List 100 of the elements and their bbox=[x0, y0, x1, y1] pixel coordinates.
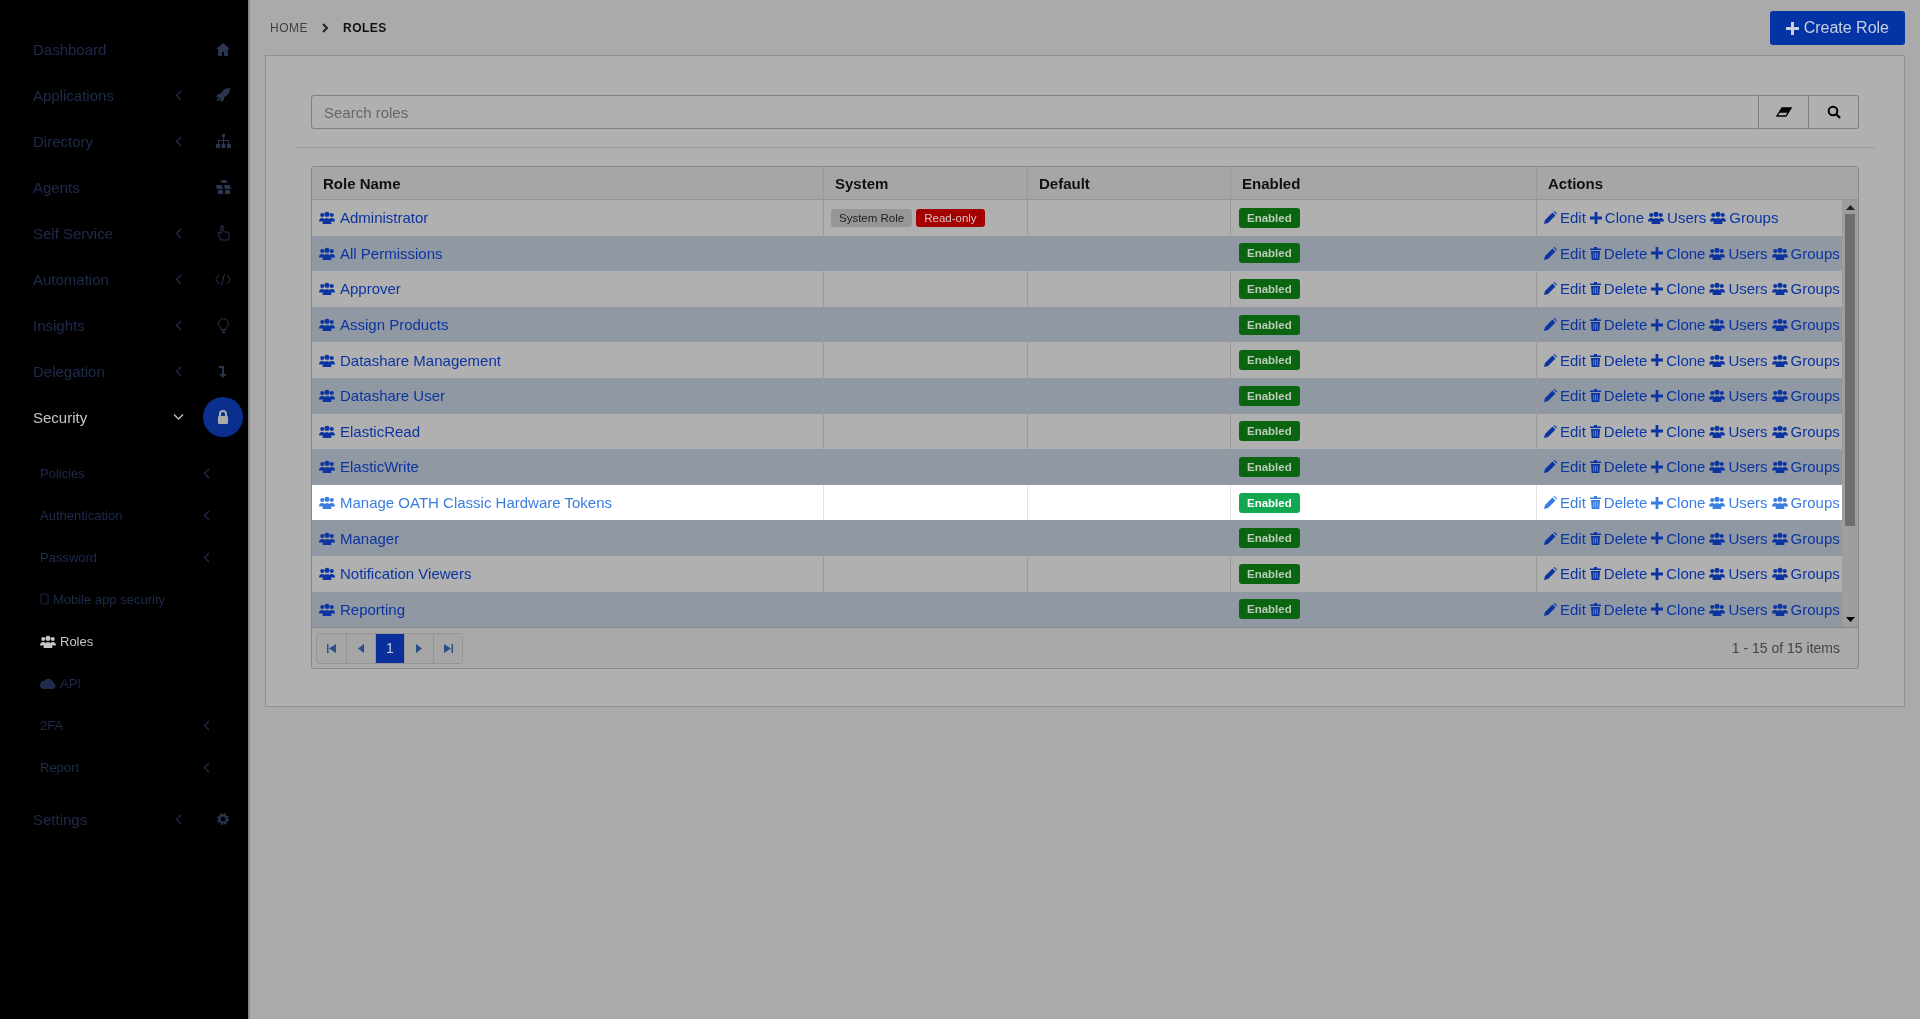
groups-link[interactable]: Groups bbox=[1771, 280, 1840, 298]
delete-link[interactable]: Delete bbox=[1589, 458, 1648, 476]
scroll-down-icon[interactable] bbox=[1845, 617, 1855, 624]
groups-link[interactable]: Groups bbox=[1771, 422, 1840, 440]
column-header[interactable]: System bbox=[823, 167, 1027, 199]
scrollbar[interactable] bbox=[1842, 200, 1858, 628]
groups-link[interactable]: Groups bbox=[1771, 387, 1840, 405]
enabled-badge: Enabled bbox=[1239, 456, 1300, 477]
edit-link[interactable]: Edit bbox=[1544, 422, 1586, 440]
clone-link[interactable]: Clone bbox=[1651, 351, 1706, 369]
scroll-up-icon[interactable] bbox=[1845, 204, 1855, 210]
clone-link[interactable]: Clone bbox=[1651, 422, 1706, 440]
edit-link[interactable]: Edit bbox=[1544, 565, 1586, 583]
users-link[interactable]: Users bbox=[1709, 565, 1768, 583]
role-link[interactable]: Datashare Management bbox=[319, 351, 501, 369]
edit-link[interactable]: Edit bbox=[1544, 494, 1586, 512]
users-icon bbox=[40, 634, 56, 648]
delete-link[interactable]: Delete bbox=[1589, 494, 1648, 512]
search-button[interactable] bbox=[1809, 95, 1859, 129]
clone-link[interactable]: Clone bbox=[1651, 244, 1706, 262]
groups-link[interactable]: Groups bbox=[1710, 209, 1779, 227]
page-button[interactable]: 1 bbox=[375, 633, 404, 663]
clear-button[interactable] bbox=[1759, 95, 1809, 129]
trash-icon bbox=[1589, 602, 1601, 616]
users-icon bbox=[1710, 211, 1727, 225]
clone-link[interactable]: Clone bbox=[1651, 494, 1706, 512]
delete-link[interactable]: Delete bbox=[1589, 351, 1648, 369]
groups-link[interactable]: Groups bbox=[1771, 458, 1840, 476]
role-link[interactable]: Administrator bbox=[319, 209, 429, 227]
clone-link[interactable]: Clone bbox=[1651, 600, 1706, 618]
clone-link[interactable]: Clone bbox=[1651, 458, 1706, 476]
role-link[interactable]: ElasticRead bbox=[319, 422, 421, 440]
groups-link[interactable]: Groups bbox=[1771, 529, 1840, 547]
edit-link[interactable]: Edit bbox=[1544, 316, 1586, 334]
users-link[interactable]: Users bbox=[1709, 600, 1768, 618]
users-link[interactable]: Users bbox=[1709, 494, 1768, 512]
create-role-button[interactable]: Create Role bbox=[1769, 11, 1905, 45]
edit-link[interactable]: Edit bbox=[1544, 458, 1586, 476]
trash-icon bbox=[1589, 460, 1601, 474]
edit-link[interactable]: Edit bbox=[1544, 351, 1586, 369]
role-link[interactable]: Approver bbox=[319, 280, 401, 298]
edit-link[interactable]: Edit bbox=[1544, 280, 1586, 298]
delete-link[interactable]: Delete bbox=[1589, 422, 1648, 440]
plus-icon bbox=[1651, 389, 1664, 402]
edit-link[interactable]: Edit bbox=[1544, 387, 1586, 405]
users-link[interactable]: Users bbox=[1709, 422, 1768, 440]
role-link[interactable]: ElasticWrite bbox=[319, 458, 419, 476]
delete-link[interactable]: Delete bbox=[1589, 565, 1648, 583]
groups-link[interactable]: Groups bbox=[1771, 351, 1840, 369]
nav-subitem[interactable]: Roles bbox=[0, 620, 248, 662]
role-link[interactable]: Datashare User bbox=[319, 387, 446, 405]
groups-link[interactable]: Groups bbox=[1771, 316, 1840, 334]
role-link[interactable]: Assign Products bbox=[319, 316, 449, 334]
enabled-badge: Enabled bbox=[1239, 528, 1300, 549]
delete-link[interactable]: Delete bbox=[1589, 600, 1648, 618]
users-link[interactable]: Users bbox=[1709, 529, 1768, 547]
pencil-icon bbox=[1544, 567, 1557, 581]
delete-link[interactable]: Delete bbox=[1589, 529, 1648, 547]
breadcrumb-link[interactable]: HOME bbox=[270, 21, 308, 35]
groups-link[interactable]: Groups bbox=[1771, 494, 1840, 512]
column-header[interactable]: Default bbox=[1027, 167, 1230, 199]
edit-link[interactable]: Edit bbox=[1544, 529, 1586, 547]
clone-link[interactable]: Clone bbox=[1651, 565, 1706, 583]
edit-link[interactable]: Edit bbox=[1544, 244, 1586, 262]
users-link[interactable]: Users bbox=[1648, 209, 1707, 227]
clone-link[interactable]: Clone bbox=[1651, 529, 1706, 547]
delete-link[interactable]: Delete bbox=[1589, 244, 1648, 262]
column-header[interactable]: Actions bbox=[1536, 167, 1842, 199]
edit-link[interactable]: Edit bbox=[1544, 600, 1586, 618]
users-link[interactable]: Users bbox=[1709, 387, 1768, 405]
users-link[interactable]: Users bbox=[1709, 280, 1768, 298]
search-field[interactable]: Search roles bbox=[311, 95, 1759, 129]
users-link[interactable]: Users bbox=[1709, 458, 1768, 476]
last-page-button[interactable] bbox=[433, 633, 462, 663]
role-link[interactable]: Reporting bbox=[319, 600, 406, 618]
groups-link[interactable]: Groups bbox=[1771, 565, 1840, 583]
role-link[interactable]: Notification Viewers bbox=[319, 565, 472, 583]
users-link[interactable]: Users bbox=[1709, 316, 1768, 334]
column-header[interactable]: Enabled bbox=[1230, 167, 1536, 199]
role-link[interactable]: All Permissions bbox=[319, 244, 443, 262]
role-link[interactable]: Manage OATH Classic Hardware Tokens bbox=[319, 494, 613, 512]
role-link[interactable]: Manager bbox=[319, 529, 400, 547]
edit-link[interactable]: Edit bbox=[1544, 209, 1586, 227]
groups-link[interactable]: Groups bbox=[1771, 244, 1840, 262]
clone-link[interactable]: Clone bbox=[1651, 280, 1706, 298]
clone-link[interactable]: Clone bbox=[1589, 209, 1645, 227]
groups-link[interactable]: Groups bbox=[1771, 600, 1840, 618]
users-link[interactable]: Users bbox=[1709, 351, 1768, 369]
nav-item[interactable]: Security bbox=[0, 394, 248, 440]
sitemap-icon bbox=[215, 134, 231, 148]
delete-link[interactable]: Delete bbox=[1589, 387, 1648, 405]
users-icon bbox=[1771, 602, 1788, 616]
clone-link[interactable]: Clone bbox=[1651, 387, 1706, 405]
delete-link[interactable]: Delete bbox=[1589, 316, 1648, 334]
cubes-icon bbox=[214, 180, 232, 194]
clone-link[interactable]: Clone bbox=[1651, 316, 1706, 334]
delete-link[interactable]: Delete bbox=[1589, 280, 1648, 298]
column-header[interactable]: Role Name bbox=[312, 167, 823, 199]
users-link[interactable]: Users bbox=[1709, 244, 1768, 262]
chevron-left-icon bbox=[174, 319, 182, 331]
